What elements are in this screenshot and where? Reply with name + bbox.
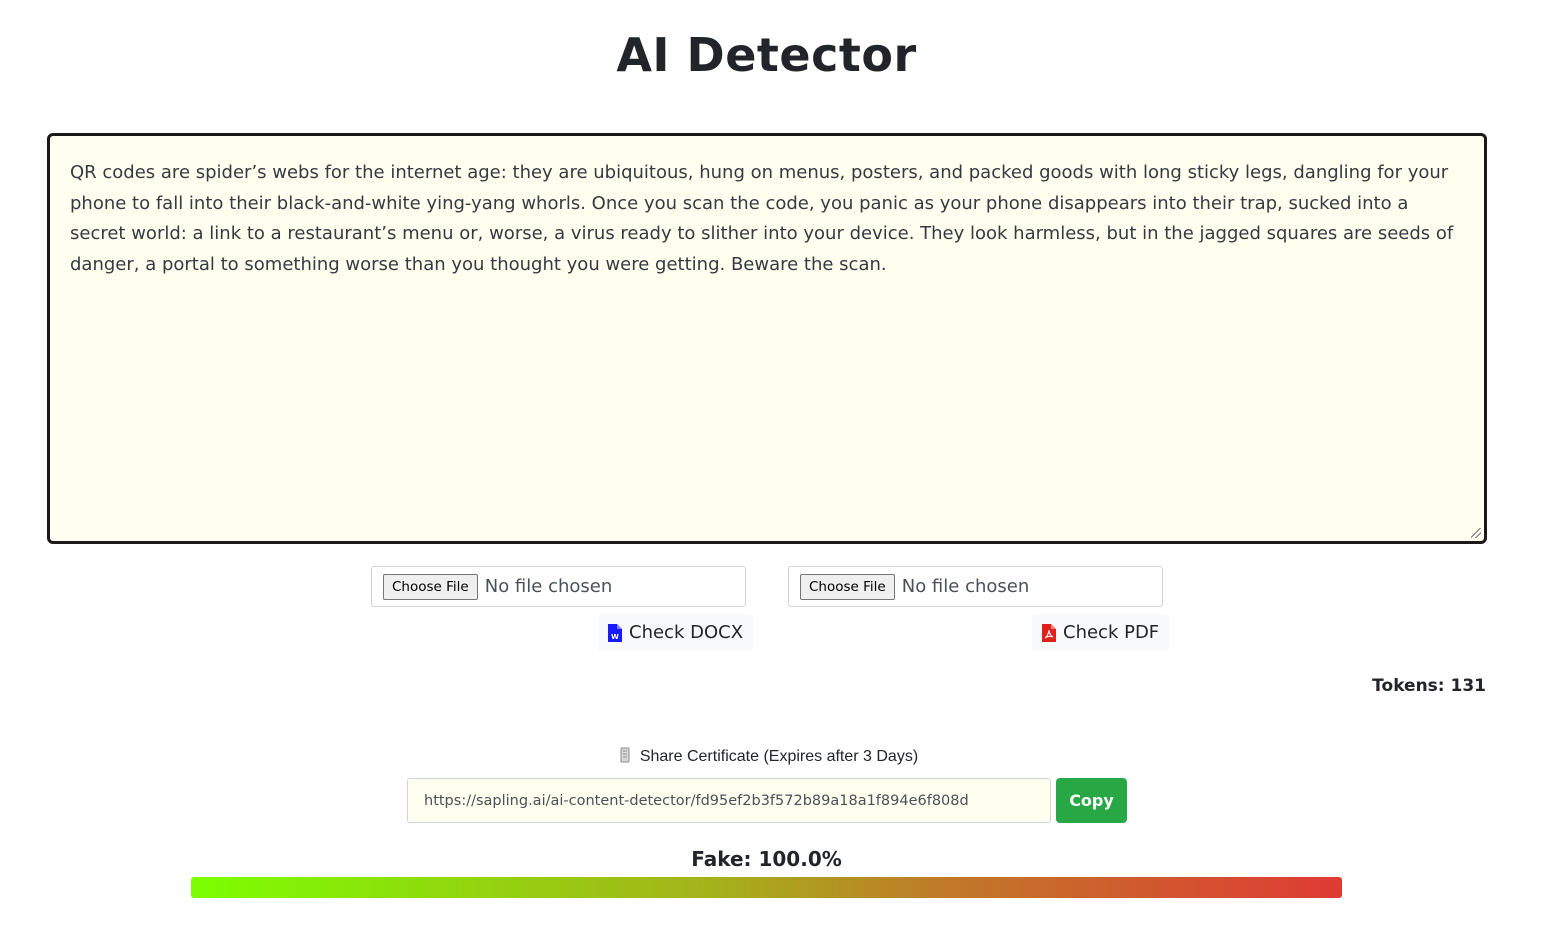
share-certificate-heading: Share Certificate (Expires after 3 Days) [0,747,1538,766]
text-input-area[interactable]: QR codes are spider’s webs for the inter… [47,133,1487,544]
share-certificate-label: Share Certificate (Expires after 3 Days) [639,748,919,765]
check-docx-label: Check DOCX [629,622,744,643]
fake-score-bar [191,877,1342,898]
fake-score-bar-fill [191,877,1342,898]
token-count: Tokens: 131 [1372,676,1486,696]
copy-button[interactable]: Copy [1056,778,1127,823]
scroll-icon [620,747,630,763]
docx-file-input[interactable]: Choose File No file chosen [371,566,746,607]
docx-file-status: No file chosen [484,576,613,597]
input-text: QR codes are spider’s webs for the inter… [70,162,1454,275]
check-pdf-button[interactable]: Check PDF [1032,614,1170,651]
certificate-url-field[interactable] [407,778,1051,823]
fake-score-label: Fake: 100.0% [691,847,842,871]
pdf-choose-file-button[interactable]: Choose File [800,573,895,600]
page-title: AI Detector [616,28,917,82]
check-docx-button[interactable]: W Check DOCX [598,614,754,651]
pdf-file-status: No file chosen [901,576,1030,597]
word-doc-icon: W [608,623,622,642]
svg-text:W: W [611,633,619,641]
docx-choose-file-button[interactable]: Choose File [383,573,478,600]
pdf-file-input[interactable]: Choose File No file chosen [788,566,1163,607]
resize-handle[interactable] [1471,528,1481,538]
pdf-icon [1042,623,1056,642]
check-pdf-label: Check PDF [1063,622,1160,643]
